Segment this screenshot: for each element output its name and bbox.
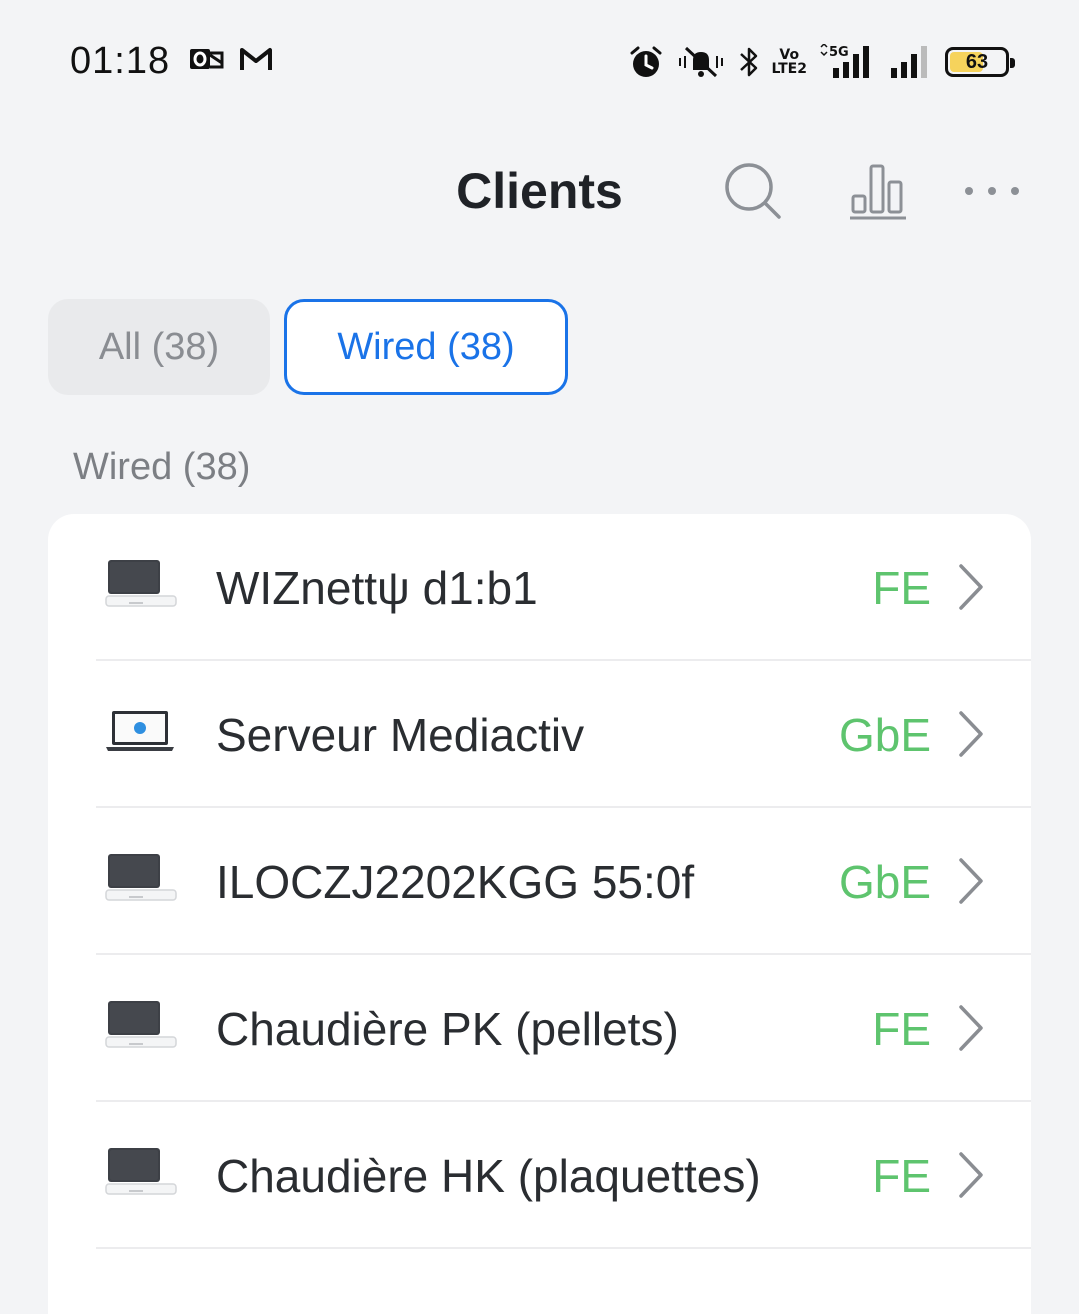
row-divider <box>96 1247 1031 1249</box>
chevron-right-icon <box>957 562 985 617</box>
more-icon <box>960 187 1024 206</box>
hp-laptop-icon <box>104 705 178 770</box>
battery-icon: 63 <box>945 47 1015 77</box>
device-monitor-icon <box>104 852 178 917</box>
device-monitor-icon <box>104 558 178 623</box>
client-speed: GbE <box>838 709 931 761</box>
statistics-button[interactable] <box>848 160 910 227</box>
client-row[interactable]: Chaudière PK (pellets) FE <box>48 955 1031 1102</box>
client-row[interactable]: Serveur Mediactiv GbE <box>48 661 1031 808</box>
chevron-right-icon <box>957 1150 985 1205</box>
notification-icons <box>188 44 274 74</box>
outlook-icon <box>188 44 224 74</box>
gmail-icon <box>238 44 274 74</box>
app-header: Clients <box>0 140 1079 240</box>
search-icon <box>722 163 784 226</box>
client-name: Chaudière HK (plaquettes) <box>216 1150 761 1202</box>
5g-signal-icon: 5G <box>819 44 877 80</box>
bluetooth-icon <box>738 44 760 80</box>
chevron-right-icon <box>957 709 985 764</box>
client-speed: FE <box>872 1150 931 1202</box>
device-monitor-icon <box>104 999 178 1064</box>
svg-text:5G: 5G <box>829 45 849 60</box>
chevron-right-icon <box>957 856 985 911</box>
page-title: Clients <box>456 163 623 219</box>
alarm-icon <box>628 44 664 80</box>
client-name: Chaudière PK (pellets) <box>216 1003 679 1055</box>
vibrate-mute-icon <box>676 44 726 80</box>
tab-wired[interactable]: Wired (38) <box>284 299 568 395</box>
more-button[interactable] <box>960 180 1024 207</box>
client-list: WIZnettψ d1:b1 FE Serveur Mediactiv GbE … <box>48 514 1031 1314</box>
client-name: ILOCZJ2202KGG 55:0f <box>216 856 695 908</box>
bar-chart-icon <box>848 164 910 226</box>
filter-tabs: All (38) Wired (38) <box>48 299 568 395</box>
signal-icon <box>889 44 933 80</box>
client-row[interactable]: WIZnettψ d1:b1 FE <box>48 514 1031 661</box>
section-header: Wired (38) <box>73 446 251 488</box>
volte-icon: Vo LTE2 <box>771 47 807 77</box>
client-name: Serveur Mediactiv <box>216 709 585 761</box>
device-monitor-icon <box>104 1146 178 1211</box>
search-button[interactable] <box>722 160 784 227</box>
client-speed: FE <box>872 562 931 614</box>
system-icons: Vo LTE2 5G 63 <box>628 42 1015 82</box>
status-bar: 01:18 Vo LTE2 5G 63 <box>0 0 1079 128</box>
client-name: WIZnettψ d1:b1 <box>216 562 538 614</box>
client-row[interactable]: ILOCZJ2202KGG 55:0f GbE <box>48 808 1031 955</box>
status-time: 01:18 <box>70 40 171 82</box>
chevron-right-icon <box>957 1003 985 1058</box>
client-speed: FE <box>872 1003 931 1055</box>
client-row[interactable]: Chaudière HK (plaquettes) FE <box>48 1102 1031 1249</box>
tab-all[interactable]: All (38) <box>48 299 270 395</box>
client-speed: GbE <box>838 856 931 908</box>
